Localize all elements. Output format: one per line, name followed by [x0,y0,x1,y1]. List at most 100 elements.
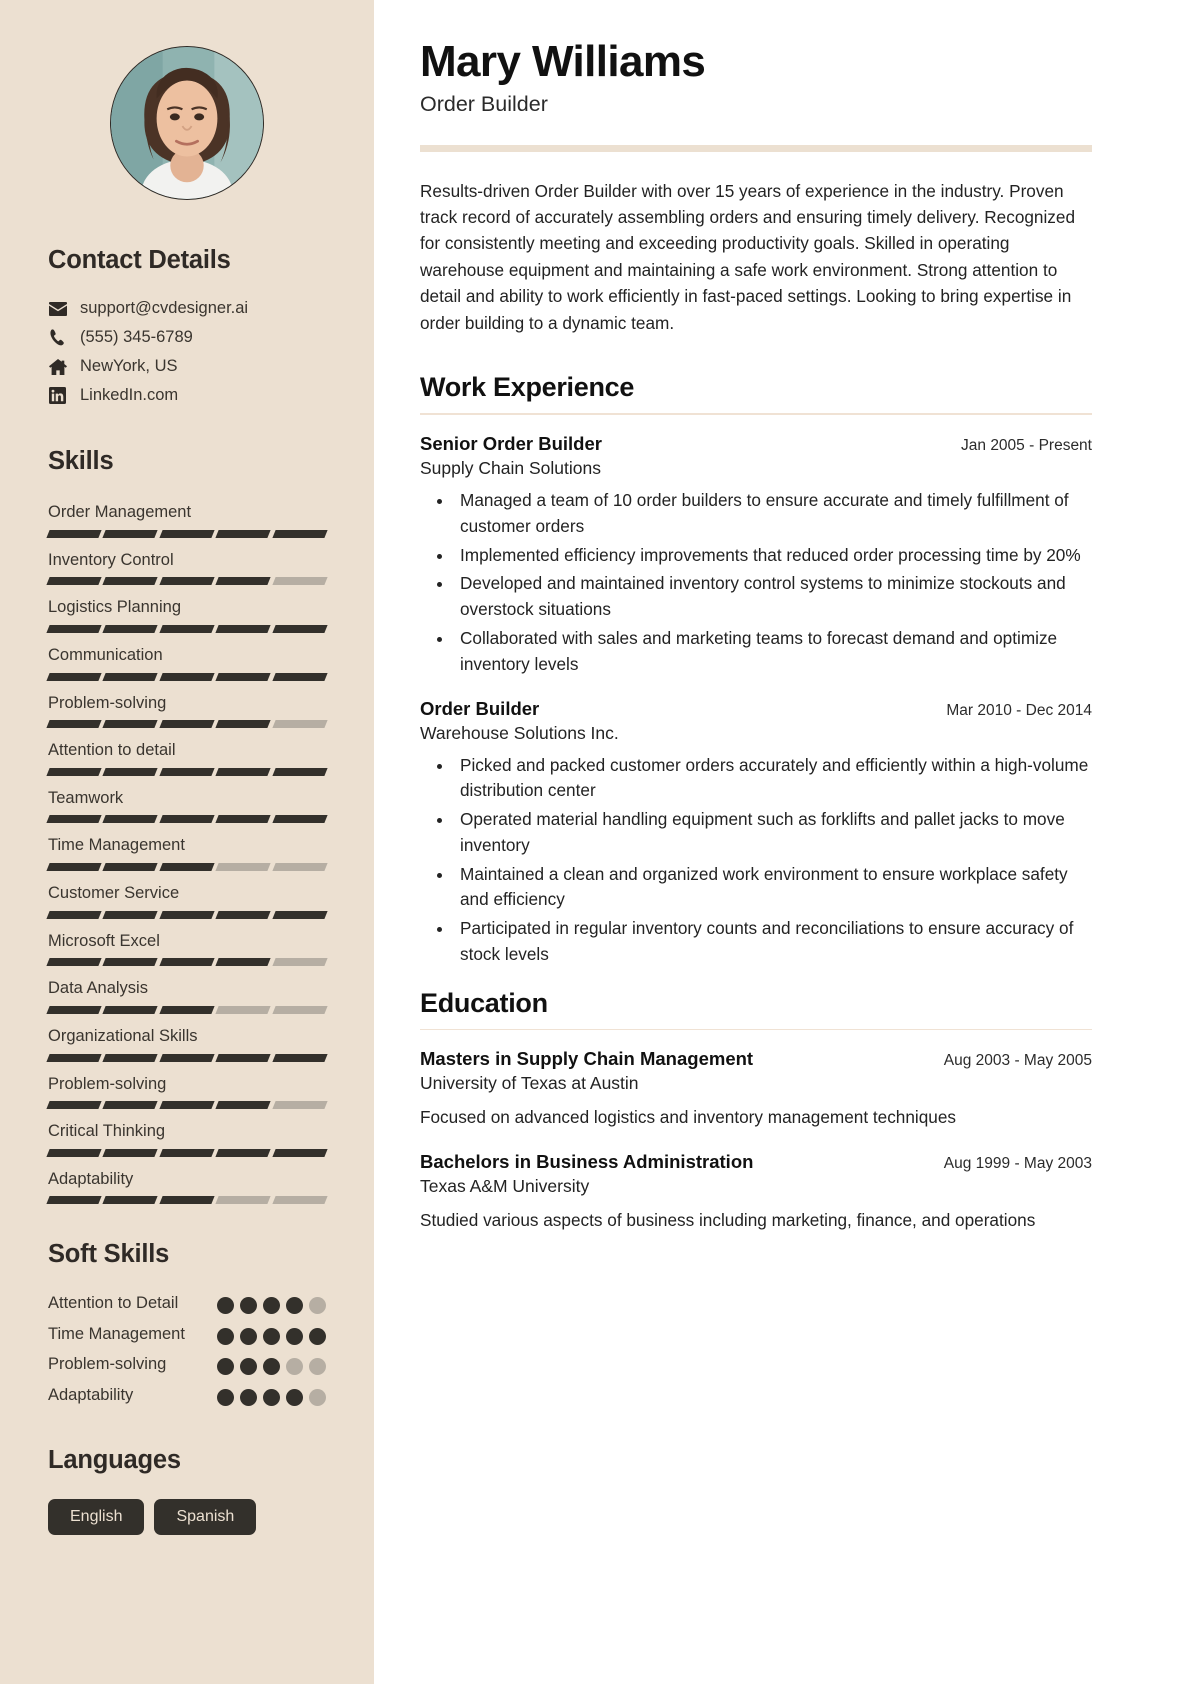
work-entry: Order Builder Mar 2010 - Dec 2014 Warehous… [420,698,1092,968]
contact-email-value: support@cvdesigner.ai [80,299,249,317]
skill-level-bar [46,624,328,633]
soft-skill-rating-dots [217,1324,326,1345]
skill-name: Data Analysis [48,979,148,998]
skill-item: Inventory Control [46,550,328,586]
skill-name: Organizational Skills [48,1026,198,1045]
skill-name: Communication [48,645,163,664]
resume-page: Contact Details support@cvdesigner.ai (5… [0,0,1200,1684]
rating-dot [217,1358,234,1376]
contact-details-heading: Contact Details [48,246,231,274]
skill-bar-segment [46,815,103,824]
work-experience-section: Work Experience Senior Order Builder Jan … [420,372,1092,967]
work-entry-date: Jan 2005 - Present [961,436,1092,454]
soft-skill-row: Problem-solving [48,1354,326,1376]
contact-item-phone[interactable]: (555) 345-6789 [48,328,326,347]
education-entry-header: Bachelors in Business Administration Aug … [420,1151,1092,1173]
languages-tag-list: English Spanish [48,1499,326,1536]
skill-bar-segment [46,672,103,681]
education-heading: Education [420,987,548,1018]
education-entry-title: Bachelors in Business Administration [420,1151,754,1173]
skill-bar-segment [159,815,215,824]
skill-item: Customer Service [46,883,328,919]
contact-item-email[interactable]: support@cvdesigner.ai [48,299,326,318]
skill-bar-segment [215,767,272,776]
soft-skill-row: Adaptability [48,1385,326,1406]
skill-level-bar [46,1101,328,1110]
education-entry-title: Masters in Supply Chain Management [420,1048,754,1070]
skill-bar-segment [46,1196,103,1205]
contact-item-location[interactable]: NewYork, US [48,357,326,376]
home-icon [48,358,67,375]
skill-bar-segment [215,672,272,681]
skill-item: Teamwork [46,788,328,824]
rating-dot [309,1327,326,1345]
rating-dot [217,1388,234,1406]
skill-bar-segment [159,529,215,538]
skill-level-bar [46,720,328,729]
work-entry: Senior Order Builder Jan 2005 - Present Su… [420,433,1092,678]
soft-skill-rating-dots [217,1354,326,1376]
skill-item: Communication [46,645,328,681]
skill-bar-segment [102,529,159,538]
skill-name: Problem-solving [48,693,167,712]
education-entry-list: Masters in Supply Chain Management Aug 20… [420,1048,1092,1234]
skill-level-bar [46,672,328,681]
education-entry-header: Masters in Supply Chain Management Aug 20… [420,1048,1092,1070]
skill-level-bar [46,1005,328,1014]
skill-bar-segment [215,910,272,919]
contact-item-linkedin[interactable]: LinkedIn.com [48,386,326,405]
education-entry-description: Focused on advanced logistics and invent… [420,1107,957,1128]
skill-bar-segment [46,910,103,919]
skill-name: Attention to detail [48,741,176,760]
skill-name: Order Management [48,503,192,521]
soft-skill-rating-dots [217,1385,326,1406]
skill-bar-segment [215,577,272,586]
skill-name: Time Management [48,836,185,855]
education-entry-institution: University of Texas at Austin [420,1073,639,1094]
skill-bar-segment [102,815,159,824]
education-section: Education Masters in Supply Chain Manage… [420,988,1092,1234]
soft-skill-row: Time Management [48,1324,326,1345]
skill-bar-segment [215,529,272,538]
contact-phone-value: (555) 345-6789 [80,328,193,346]
skill-bar-segment [272,1005,328,1014]
skill-bar-segment [215,1196,272,1205]
professional-summary: Results-driven Order Builder with over 1… [420,180,1076,333]
skill-bar-segment [159,1053,215,1062]
skill-bar-segment [272,910,328,919]
skill-bar-segment [159,1101,215,1110]
contact-location-value: NewYork, US [80,357,178,375]
work-entry-bullets: Picked and packed customer orders accura… [454,753,1092,968]
job-role-subtitle: Order Builder [420,91,548,116]
list-item: Developed and maintained inventory contr… [454,571,1092,623]
skill-name: Critical Thinking [48,1122,166,1141]
list-item: Managed a team of 10 order builders to e… [454,488,1092,540]
skill-item: Organizational Skills [46,1026,328,1062]
skill-level-bar [46,529,328,538]
skill-bar-segment [102,1196,159,1205]
rating-dot [286,1297,303,1315]
main-content: Mary Williams Order Builder Results-driv… [374,0,1200,1684]
rating-dot [217,1327,234,1345]
skill-bar-segment [159,577,215,586]
education-entry-date: Aug 2003 - May 2005 [943,1052,1092,1070]
skill-level-bar [46,1196,328,1205]
skill-bar-segment [46,1005,103,1014]
linkedin-icon [48,387,67,404]
skill-bar-segment [46,958,103,967]
soft-skill-label: Attention to Detail [48,1294,179,1313]
skill-bar-segment [215,624,272,633]
skill-level-bar [46,815,328,824]
skill-bar-segment [272,767,328,776]
skill-item: Order Management [46,502,328,538]
rating-dot [309,1388,326,1406]
header-divider [420,144,1092,152]
soft-skills-list: Attention to Detail Time Management Proble… [48,1293,326,1406]
work-entry-list: Senior Order Builder Jan 2005 - Present Su… [420,433,1092,968]
language-tag: English [48,1499,145,1536]
skill-bar-segment [46,1101,103,1110]
soft-skill-row: Attention to Detail [48,1293,326,1315]
skill-bar-segment [159,1005,215,1014]
skill-bar-segment [272,863,328,871]
skill-bar-segment [102,1101,159,1110]
